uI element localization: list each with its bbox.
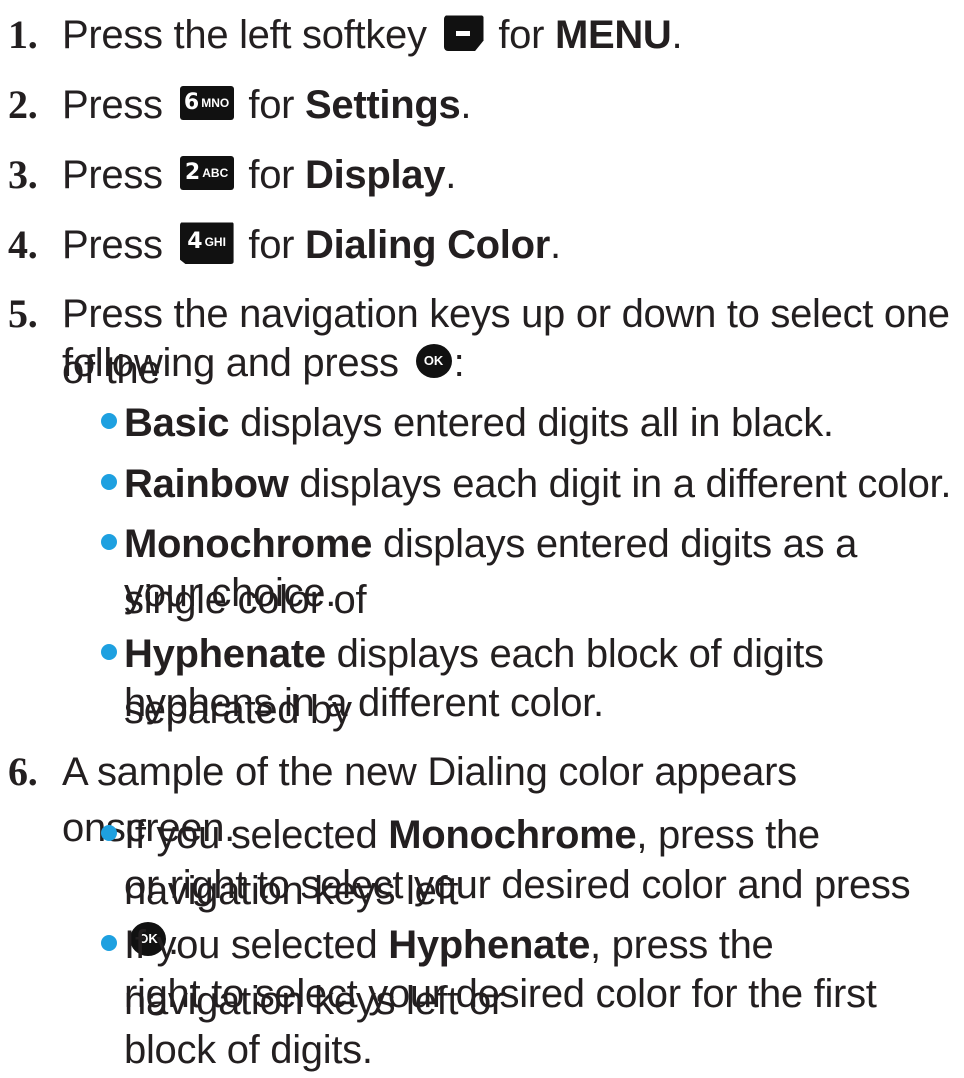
key-2-abc-icon: 2 ABC [179, 156, 234, 191]
ok-button-icon: OK [415, 344, 452, 379]
settings-label: Settings [305, 83, 461, 127]
step-text: Press the left softkey for MENU. [62, 13, 683, 57]
step-text: Press 2 ABC for Display. [62, 153, 457, 197]
step-number: 5. [8, 291, 38, 336]
step-number: 6. [8, 749, 38, 794]
bullet-icon [101, 935, 117, 951]
step-text: Press 4 GHI for Dialing Color. [62, 222, 561, 267]
bullet-icon [101, 534, 117, 550]
step-text: Press 6 MNO for Settings. [62, 83, 472, 127]
left-softkey-icon [443, 15, 484, 52]
step-number: 3. [8, 152, 38, 197]
bullet-icon [101, 413, 117, 429]
step-number: 1. [8, 12, 38, 57]
menu-label: MENU [554, 13, 672, 57]
key-6-mno-icon: 6 MNO [179, 86, 234, 121]
bullet-icon [101, 644, 117, 660]
step-text-line2: following and press OK: [62, 341, 465, 385]
display-label: Display [305, 153, 446, 197]
step-number: 4. [8, 222, 38, 267]
bullet-icon [101, 474, 117, 490]
key-4-ghi-icon: 4 GHI [179, 222, 234, 265]
bullet-icon [101, 825, 117, 841]
dialing-color-label: Dialing Color [305, 223, 551, 267]
step-number: 2. [8, 82, 38, 127]
manual-page: 1. Press the left softkey for MENU. 2. P… [0, 0, 964, 1072]
